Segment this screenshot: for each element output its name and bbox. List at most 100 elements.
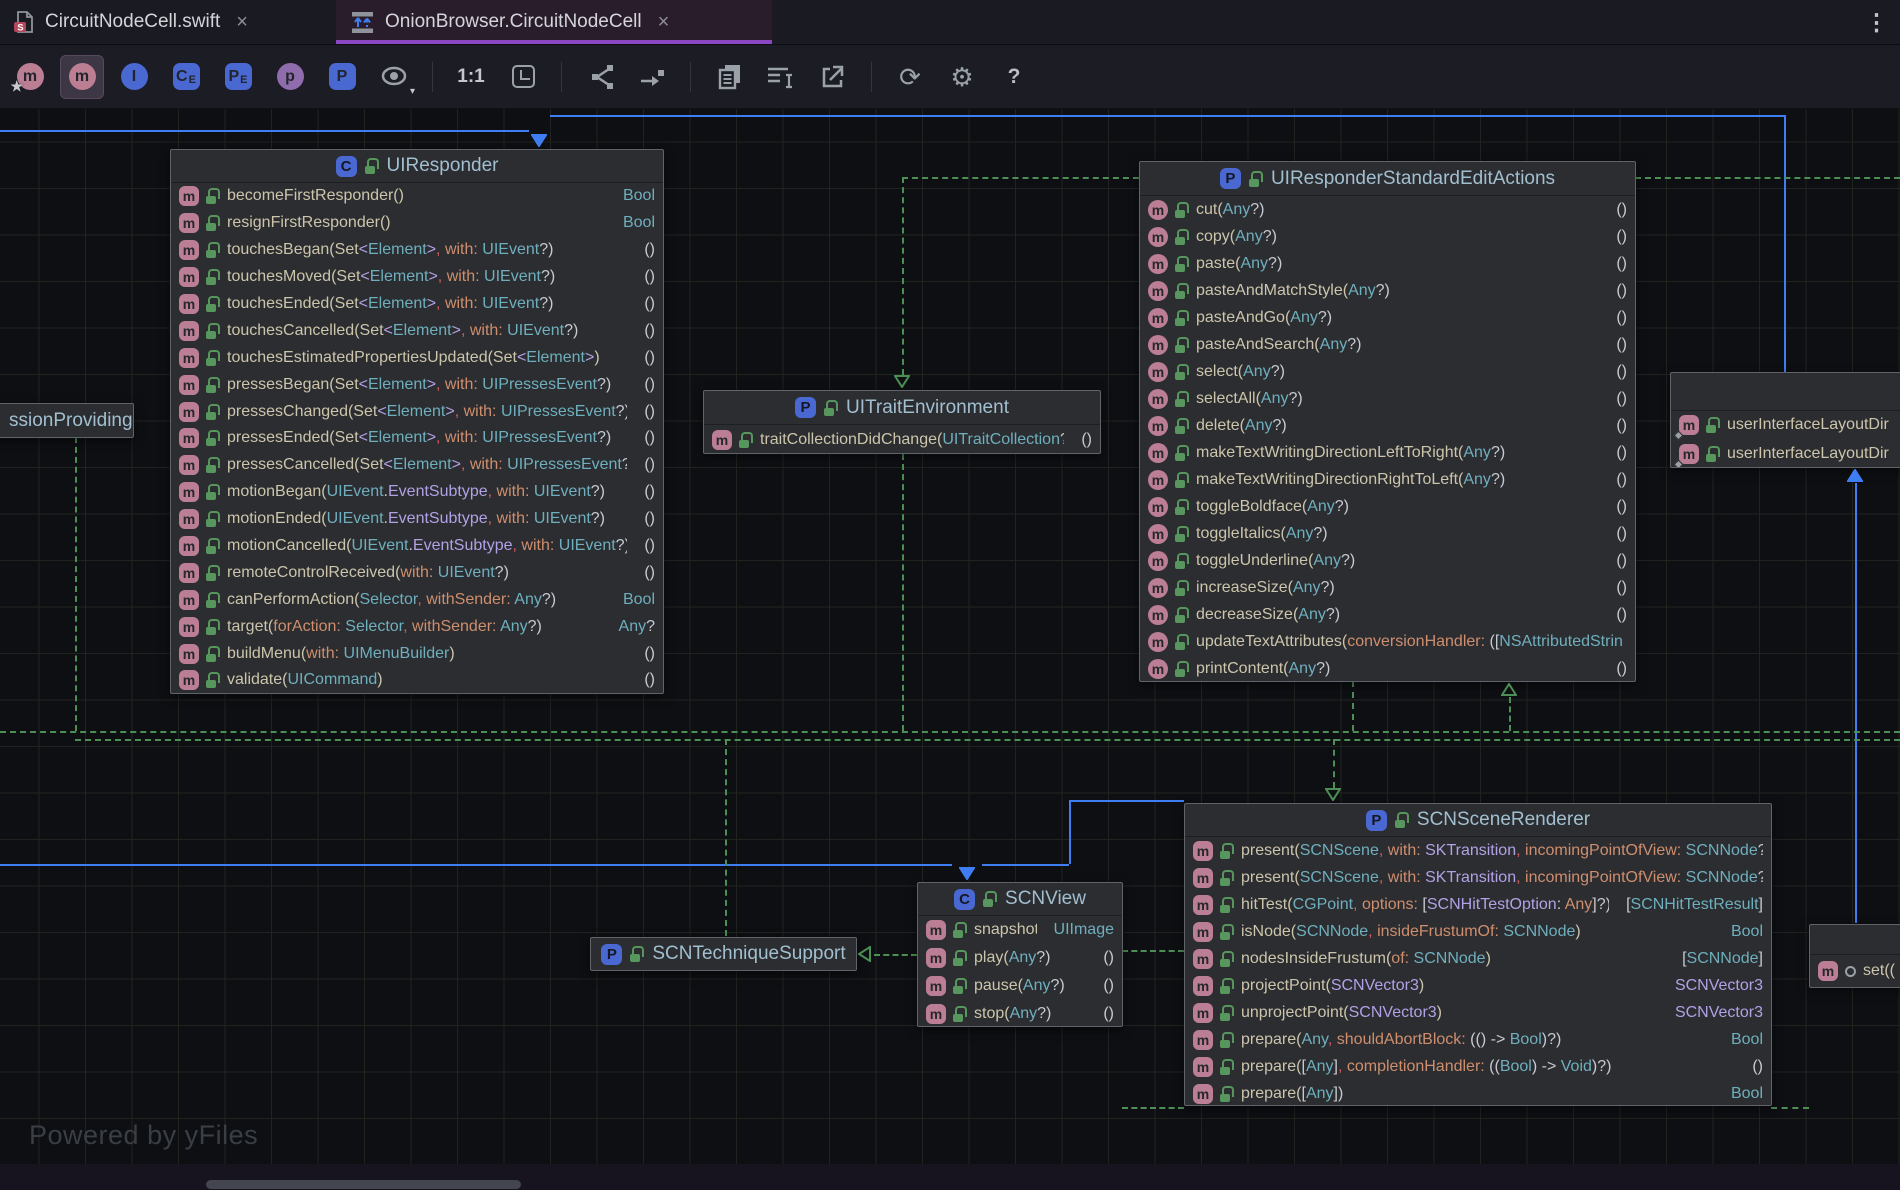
member-row[interactable]: mresignFirstResponder()Bool xyxy=(171,210,663,237)
more-options-kebab-icon[interactable]: ⋮ xyxy=(1865,9,1900,36)
member-row[interactable]: mpressesCancelled(Set<Element>, with: UI… xyxy=(171,452,663,479)
node-session-providing-clipped[interactable]: ssionProviding xyxy=(0,403,134,438)
member-row[interactable]: mstop(Any?)() xyxy=(918,1000,1122,1027)
member-row[interactable]: muserInterfaceLayoutDir xyxy=(1671,440,1900,469)
node-header[interactable] xyxy=(1810,925,1900,955)
member-row[interactable]: munprojectPoint(SCNVector3)SCNVector3 xyxy=(1185,999,1771,1026)
member-row[interactable]: mset(( xyxy=(1810,955,1900,987)
member-row[interactable]: mnodesInsideFrustum(of: SCNNode)[SCNNode… xyxy=(1185,945,1771,972)
node-header[interactable] xyxy=(1671,373,1900,411)
protocol-extensions-filter-button[interactable]: PE xyxy=(216,55,260,99)
help-button[interactable]: ? xyxy=(992,55,1036,99)
visibility-level-button[interactable]: ▾ xyxy=(372,55,416,99)
node-header[interactable]: PUITraitEnvironment xyxy=(704,391,1100,425)
actual-size-button[interactable]: 1:1 xyxy=(449,55,493,99)
refresh-button[interactable]: ⟳ xyxy=(888,55,932,99)
member-row[interactable]: mprepare([Any])Bool xyxy=(1185,1080,1771,1106)
node-set-clipped[interactable]: mset(( xyxy=(1809,924,1900,988)
member-row[interactable]: muserInterfaceLayoutDir xyxy=(1671,411,1900,440)
member-row[interactable]: mtouchesEnded(Set<Element>, with: UIEven… xyxy=(171,291,663,318)
tab-uml-diagram[interactable]: OnionBrowser.CircuitNodeCell × xyxy=(336,0,772,44)
member-row[interactable]: mpasteAndMatchStyle(Any?)() xyxy=(1140,277,1635,304)
member-row[interactable]: mtraitCollectionDidChange(UITraitCollect… xyxy=(704,425,1100,454)
return-type: Bool xyxy=(1731,1031,1763,1049)
member-row[interactable]: mtouchesCancelled(Set<Element>, with: UI… xyxy=(171,317,663,344)
member-row[interactable]: mtouchesBegan(Set<Element>, with: UIEven… xyxy=(171,237,663,264)
member-row[interactable]: mtarget(forAction: Selector, withSender:… xyxy=(171,613,663,640)
member-row[interactable]: mpressesEnded(Set<Element>, with: UIPres… xyxy=(171,425,663,452)
apply-layout-button[interactable] xyxy=(578,55,622,99)
class-extensions-filter-button[interactable]: CE xyxy=(164,55,208,99)
node-uiresponder[interactable]: CUIRespondermbecomeFirstResponder()Boolm… xyxy=(170,149,664,694)
node-scnview[interactable]: CSCNViewmsnapshot()UIImagemplay(Any?)()m… xyxy=(917,882,1123,1027)
member-row[interactable]: mpresent(SCNScene, with: SKTransition, i… xyxy=(1185,837,1771,864)
close-tab-icon[interactable]: × xyxy=(236,11,248,34)
export-diagram-button[interactable] xyxy=(811,55,855,99)
node-header[interactable]: PSCNTechniqueSupport xyxy=(591,938,856,970)
node-scnscenerenderer[interactable]: PSCNSceneRenderermpresent(SCNScene, with… xyxy=(1184,803,1772,1106)
member-row[interactable]: mvalidate(UICommand)() xyxy=(171,667,663,694)
protocols-filter-button[interactable]: P xyxy=(320,55,364,99)
member-row[interactable]: mmakeTextWritingDirectionLeftToRight(Any… xyxy=(1140,439,1635,466)
member-row[interactable]: mupdateTextAttributes(conversionHandler:… xyxy=(1140,628,1635,655)
fit-content-button[interactable] xyxy=(501,55,545,99)
edit-node-labels-button[interactable] xyxy=(759,55,803,99)
member-row[interactable]: mdelete(Any?)() xyxy=(1140,412,1635,439)
member-row[interactable]: mremoteControlReceived(with: UIEvent?)() xyxy=(171,559,663,586)
member-row[interactable]: mprepare([Any], completionHandler: ((Boo… xyxy=(1185,1053,1771,1080)
member-row[interactable]: mhitTest(CGPoint, options: [SCNHitTestOp… xyxy=(1185,891,1771,918)
node-header[interactable]: ssionProviding xyxy=(0,404,133,437)
member-row[interactable]: mpasteAndGo(Any?)() xyxy=(1140,304,1635,331)
member-row[interactable]: mprepare(Any, shouldAbortBlock: (() -> B… xyxy=(1185,1026,1771,1053)
copy-diagram-button[interactable] xyxy=(707,55,751,99)
member-row[interactable]: mplay(Any?)() xyxy=(918,944,1122,972)
member-row[interactable]: misNode(SCNNode, insideFrustumOf: SCNNod… xyxy=(1185,918,1771,945)
close-tab-icon[interactable]: × xyxy=(658,11,670,34)
member-row[interactable]: mpressesChanged(Set<Element>, with: UIPr… xyxy=(171,398,663,425)
node-userinterfacelayout-clipped[interactable]: muserInterfaceLayoutDirmuserInterfaceLay… xyxy=(1670,372,1900,468)
member-row[interactable]: mbecomeFirstResponder()Bool xyxy=(171,183,663,210)
properties-filter-button[interactable]: p xyxy=(268,55,312,99)
horizontal-scrollbar[interactable] xyxy=(206,1180,521,1189)
member-row[interactable]: mmotionCancelled(UIEvent.EventSubtype, w… xyxy=(171,533,663,560)
member-row[interactable]: mtouchesMoved(Set<Element>, with: UIEven… xyxy=(171,264,663,291)
route-edges-button[interactable] xyxy=(630,55,674,99)
node-header[interactable]: PUIResponderStandardEditActions xyxy=(1140,162,1635,196)
initializers-filter-button[interactable]: I xyxy=(112,55,156,99)
node-header[interactable]: PSCNSceneRenderer xyxy=(1185,804,1771,837)
member-row[interactable]: mincreaseSize(Any?)() xyxy=(1140,574,1635,601)
member-row[interactable]: mcanPerformAction(Selector, withSender: … xyxy=(171,586,663,613)
member-row[interactable]: mmotionBegan(UIEvent.EventSubtype, with:… xyxy=(171,479,663,506)
member-row[interactable]: mcopy(Any?)() xyxy=(1140,223,1635,250)
member-row[interactable]: mcut(Any?)() xyxy=(1140,196,1635,223)
node-uiresponder-standard-edit-actions[interactable]: PUIResponderStandardEditActionsmcut(Any?… xyxy=(1139,161,1636,682)
member-row[interactable]: mtoggleUnderline(Any?)() xyxy=(1140,547,1635,574)
member-row[interactable]: mprintContent(Any?)() xyxy=(1140,655,1635,682)
member-row[interactable]: mbuildMenu(with: UIMenuBuilder)() xyxy=(171,640,663,667)
node-header[interactable]: CUIResponder xyxy=(171,150,663,183)
member-row[interactable]: mtouchesEstimatedPropertiesUpdated(Set<E… xyxy=(171,344,663,371)
member-row[interactable]: mmakeTextWritingDirectionRightToLeft(Any… xyxy=(1140,466,1635,493)
extension-methods-filter-button[interactable]: m ★ xyxy=(8,55,52,99)
node-header[interactable]: CSCNView xyxy=(918,883,1122,916)
member-row[interactable]: mmotionEnded(UIEvent.EventSubtype, with:… xyxy=(171,506,663,533)
member-row[interactable]: mprojectPoint(SCNVector3)SCNVector3 xyxy=(1185,972,1771,999)
settings-button[interactable]: ⚙ xyxy=(940,55,984,99)
member-row[interactable]: mselect(Any?)() xyxy=(1140,358,1635,385)
member-row[interactable]: mtoggleBoldface(Any?)() xyxy=(1140,493,1635,520)
member-row[interactable]: mselectAll(Any?)() xyxy=(1140,385,1635,412)
member-row[interactable]: mpasteAndSearch(Any?)() xyxy=(1140,331,1635,358)
node-scntechniquesupport[interactable]: PSCNTechniqueSupport xyxy=(590,937,857,971)
member-row[interactable]: msnapshot()UIImage xyxy=(918,916,1122,944)
node-uitraitenvironment[interactable]: PUITraitEnvironmentmtraitCollectionDidCh… xyxy=(703,390,1101,454)
member-row[interactable]: mpause(Any?)() xyxy=(918,972,1122,1000)
member-row[interactable]: mpressesBegan(Set<Element>, with: UIPres… xyxy=(171,371,663,398)
public-lock-icon xyxy=(206,323,220,339)
member-row[interactable]: mtoggleItalics(Any?)() xyxy=(1140,520,1635,547)
member-row[interactable]: mdecreaseSize(Any?)() xyxy=(1140,601,1635,628)
tab-circuitnodecell-swift[interactable]: S CircuitNodeCell.swift × xyxy=(0,0,310,44)
member-row[interactable]: mpresent(SCNScene, with: SKTransition, i… xyxy=(1185,864,1771,891)
methods-filter-button[interactable]: m xyxy=(60,55,104,99)
member-row[interactable]: mpaste(Any?)() xyxy=(1140,250,1635,277)
method-signature: decreaseSize(Any?) xyxy=(1196,606,1599,624)
